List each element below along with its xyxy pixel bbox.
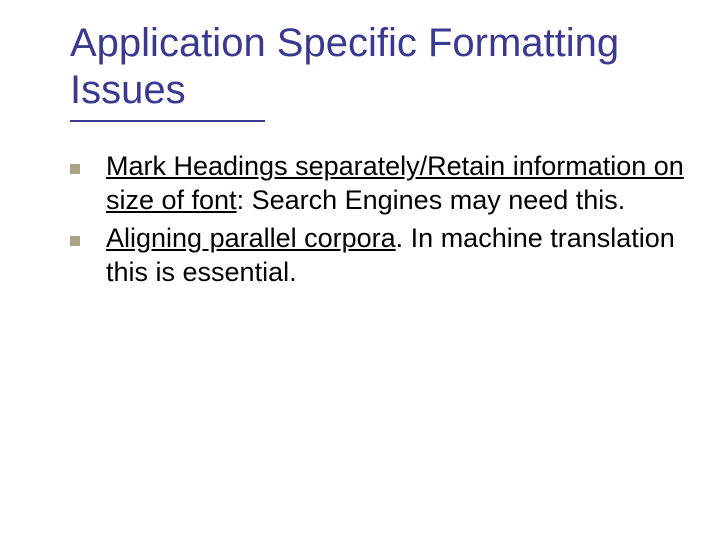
slide-body: Mark Headings separately/Retain informat…: [70, 150, 690, 289]
list-item: Mark Headings separately/Retain informat…: [70, 150, 690, 218]
underlined-phrase: Aligning parallel corpora: [106, 223, 396, 253]
square-bullet-icon: [70, 164, 80, 174]
list-item-text: Aligning parallel corpora. In machine tr…: [106, 222, 690, 290]
list-item: Aligning parallel corpora. In machine tr…: [70, 222, 690, 290]
slide: Application Specific Formatting Issues M…: [0, 0, 720, 540]
rest-phrase: : Search Engines may need this.: [237, 185, 626, 215]
slide-title: Application Specific Formatting Issues: [70, 20, 690, 114]
title-underline: [70, 120, 265, 122]
list-item-text: Mark Headings separately/Retain informat…: [106, 150, 690, 218]
square-bullet-icon: [70, 236, 80, 246]
